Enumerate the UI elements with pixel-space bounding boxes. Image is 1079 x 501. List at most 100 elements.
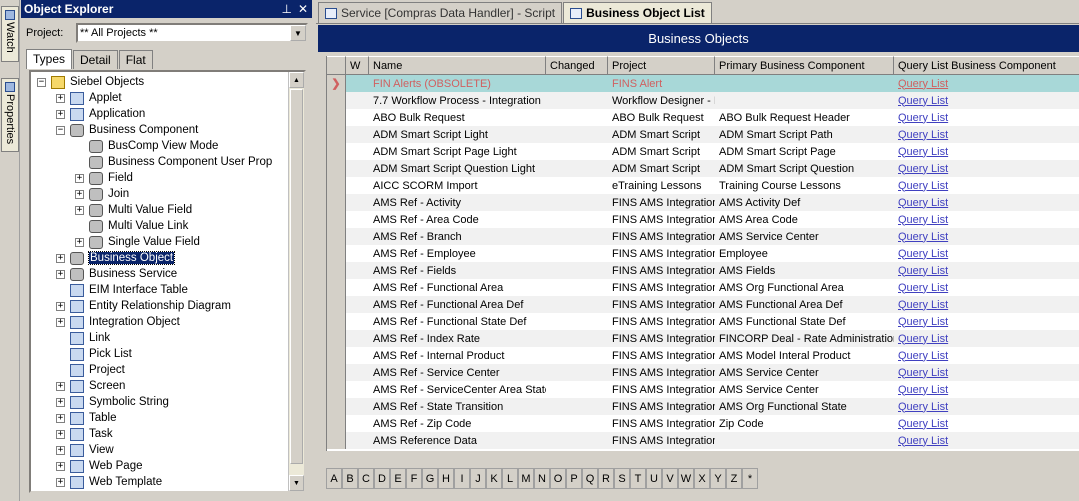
row-selector[interactable] [327, 143, 346, 160]
tree-item[interactable]: + Entity Relationship Diagram [56, 298, 231, 314]
table-row[interactable]: AMS Ref - Service Center FINS AMS Integra… [327, 364, 1079, 381]
table-row[interactable]: AMS Reference Data FINS AMS Integration Qu… [327, 432, 1079, 449]
table-row[interactable]: AMS Ref - Branch FINS AMS Integration AMS … [327, 228, 1079, 245]
tree-item[interactable]: + View [56, 442, 114, 458]
query-list-link[interactable]: Query List [898, 146, 948, 158]
table-row[interactable]: AICC SCORM Import eTraining Lessons Traini… [327, 177, 1079, 194]
alpha-filter-button[interactable]: Y [710, 468, 726, 489]
row-selector[interactable] [327, 364, 346, 381]
row-selector[interactable] [327, 109, 346, 126]
alpha-filter-button[interactable]: N [534, 468, 550, 489]
row-selector[interactable] [327, 432, 346, 449]
expand-toggle-icon[interactable]: + [75, 237, 84, 247]
query-list-link[interactable]: Query List [898, 248, 948, 260]
table-row[interactable]: AMS Ref - Functional Area FINS AMS Integr… [327, 279, 1079, 296]
table-row[interactable]: AMS Ref - Functional Area Def FINS AMS In… [327, 296, 1079, 313]
table-row[interactable]: AMS Ref - ServiceCenter Area State FINS A… [327, 381, 1079, 398]
row-selector[interactable] [327, 228, 346, 245]
alpha-filter-button[interactable]: M [518, 468, 534, 489]
row-selector[interactable] [327, 160, 346, 177]
table-row[interactable]: ADM Smart Script Light ADM Smart Script AD… [327, 126, 1079, 143]
column-header[interactable]: Primary Business Component [715, 56, 894, 75]
expand-toggle-icon[interactable]: + [56, 381, 65, 391]
alpha-filter-button[interactable]: X [694, 468, 710, 489]
properties-tab[interactable]: Properties [1, 78, 19, 152]
tree-item[interactable]: Link [56, 330, 110, 346]
row-selector[interactable] [327, 415, 346, 432]
tab-detail[interactable]: Detail [73, 50, 118, 69]
tree-scrollbar[interactable]: ▲ ▼ [288, 72, 304, 491]
row-selector[interactable] [327, 211, 346, 228]
project-dropdown[interactable]: ** All Projects ** ▼ [76, 23, 308, 43]
tree-item[interactable]: EIM Interface Table [56, 282, 188, 298]
alpha-filter-button[interactable]: Z [726, 468, 742, 489]
row-selector[interactable] [327, 194, 346, 211]
query-list-link[interactable]: Query List [898, 214, 948, 226]
tree-item[interactable]: BusComp View Mode [75, 138, 218, 154]
query-list-link[interactable]: Query List [898, 78, 948, 90]
column-header[interactable]: Project [608, 56, 715, 75]
alpha-filter-button[interactable]: K [486, 468, 502, 489]
query-list-link[interactable]: Query List [898, 265, 948, 277]
alpha-filter-button[interactable]: W [678, 468, 694, 489]
row-selector[interactable]: ❯ [327, 75, 346, 92]
alpha-filter-button[interactable]: G [422, 468, 438, 489]
object-tree[interactable]: − Siebel Objects + Applet + Application − Busin… [29, 70, 306, 493]
alpha-filter-button[interactable]: D [374, 468, 390, 489]
table-row[interactable]: ABO Bulk Request ABO Bulk Request ABO Bulk… [327, 109, 1079, 126]
tree-item[interactable]: + Join [75, 186, 129, 202]
table-row[interactable]: AMS Ref - Activity FINS AMS Integration AM… [327, 194, 1079, 211]
expand-toggle-icon[interactable]: + [56, 429, 65, 439]
column-header[interactable] [327, 56, 346, 75]
alpha-filter-button[interactable]: J [470, 468, 486, 489]
row-selector[interactable] [327, 177, 346, 194]
table-row[interactable]: AMS Ref - Index Rate FINS AMS Integration… [327, 330, 1079, 347]
tree-item[interactable]: − Siebel Objects [37, 74, 144, 90]
alpha-filter-button[interactable]: * [742, 468, 758, 489]
row-selector[interactable] [327, 262, 346, 279]
expand-toggle-icon[interactable]: + [56, 317, 65, 327]
alpha-filter-button[interactable]: C [358, 468, 374, 489]
row-selector[interactable] [327, 296, 346, 313]
query-list-link[interactable]: Query List [898, 95, 948, 107]
column-header[interactable]: Query List Business Component [894, 56, 1079, 75]
row-selector[interactable] [327, 313, 346, 330]
tree-item[interactable]: Multi Value Link [75, 218, 188, 234]
tab-script[interactable]: Service [Compras Data Handler] - Script [318, 2, 563, 23]
expand-toggle-icon[interactable]: + [56, 461, 65, 471]
tab-types[interactable]: Types [26, 49, 73, 69]
table-row[interactable]: ❯ FIN Alerts (OBSOLETE) FINS Alert Query Li… [327, 75, 1079, 92]
alpha-filter-button[interactable]: R [598, 468, 614, 489]
tree-item[interactable]: + Business Object [56, 250, 176, 266]
row-selector[interactable] [327, 330, 346, 347]
alpha-filter-button[interactable]: F [406, 468, 422, 489]
tab-business-object-list[interactable]: Business Object List [563, 2, 712, 23]
table-row[interactable]: AMS Ref - State Transition FINS AMS Integ… [327, 398, 1079, 415]
query-list-link[interactable]: Query List [898, 299, 948, 311]
tree-item[interactable]: + Integration Object [56, 314, 180, 330]
expand-toggle-icon[interactable]: + [56, 93, 65, 103]
tree-item[interactable]: Business Component User Prop [75, 154, 272, 170]
alpha-filter-button[interactable]: B [342, 468, 358, 489]
query-list-link[interactable]: Query List [898, 129, 948, 141]
expand-toggle-icon[interactable]: + [56, 109, 65, 119]
tree-item[interactable]: + Application [56, 106, 145, 122]
table-row[interactable]: ADM Smart Script Page Light ADM Smart Scr… [327, 143, 1079, 160]
scroll-down-icon[interactable]: ▼ [289, 475, 304, 491]
query-list-link[interactable]: Query List [898, 350, 948, 362]
query-list-link[interactable]: Query List [898, 418, 948, 430]
expand-toggle-icon[interactable]: + [56, 253, 65, 263]
query-list-link[interactable]: Query List [898, 180, 948, 192]
query-list-link[interactable]: Query List [898, 435, 948, 447]
expand-toggle-icon[interactable]: + [75, 205, 84, 215]
query-list-link[interactable]: Query List [898, 384, 948, 396]
alpha-filter-button[interactable]: S [614, 468, 630, 489]
alpha-filter-button[interactable]: U [646, 468, 662, 489]
alpha-filter-button[interactable]: H [438, 468, 454, 489]
expand-toggle-icon[interactable]: + [56, 477, 65, 487]
tree-item[interactable]: + Web Template [56, 474, 162, 490]
tree-item[interactable]: + Business Service [56, 266, 177, 282]
table-row[interactable]: AMS Ref - Zip Code FINS AMS Integration Zi… [327, 415, 1079, 432]
expand-toggle-icon[interactable]: + [75, 189, 84, 199]
chevron-down-icon[interactable]: ▼ [290, 25, 306, 41]
